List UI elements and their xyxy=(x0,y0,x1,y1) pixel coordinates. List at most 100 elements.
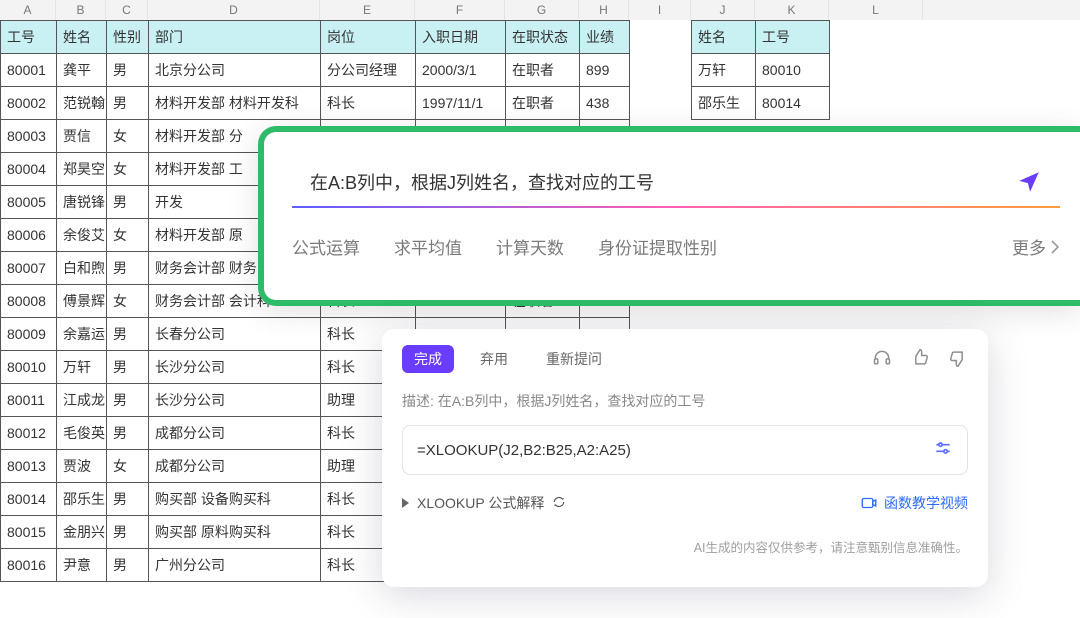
cell[interactable] xyxy=(630,87,692,120)
prompt-input[interactable]: 在A:B列中，根据J列姓名，查找对应的工号 xyxy=(292,156,1060,208)
cell[interactable]: 80012 xyxy=(1,417,57,450)
cell[interactable]: 80013 xyxy=(1,450,57,483)
thumbs-up-icon[interactable] xyxy=(910,348,930,371)
cell[interactable]: 899 xyxy=(580,54,630,87)
table-row[interactable]: 80002范锐翰男材料开发部 材料开发科科长1997/11/1在职者438邵乐生… xyxy=(1,87,924,120)
status-done-pill[interactable]: 完成 xyxy=(402,345,454,373)
cell[interactable]: 男 xyxy=(107,186,149,219)
cell[interactable]: 余俊艾 xyxy=(57,219,107,252)
cell[interactable]: 80004 xyxy=(1,153,57,186)
col-header[interactable]: A xyxy=(0,0,56,20)
cell[interactable]: 男 xyxy=(107,87,149,120)
cell[interactable]: 购买部 原料购买科 xyxy=(149,516,321,549)
cell[interactable]: 成都分公司 xyxy=(149,417,321,450)
cell[interactable]: 万轩 xyxy=(57,351,107,384)
cell[interactable]: 万轩 xyxy=(692,54,756,87)
cell[interactable]: 余嘉运 xyxy=(57,318,107,351)
formula-box[interactable]: =XLOOKUP(J2,B2:B25,A2:A25) xyxy=(402,425,968,475)
cell[interactable]: 广州分公司 xyxy=(149,549,321,582)
cell[interactable]: 80015 xyxy=(1,516,57,549)
cell[interactable]: 女 xyxy=(107,450,149,483)
cell[interactable]: 80010 xyxy=(756,54,830,87)
cell[interactable]: 女 xyxy=(107,219,149,252)
cell[interactable]: 2000/3/1 xyxy=(416,54,506,87)
col-header[interactable]: K xyxy=(755,0,829,20)
cell[interactable]: 80008 xyxy=(1,285,57,318)
col-header[interactable]: I xyxy=(629,0,691,20)
hdr-lookup-id[interactable]: 工号 xyxy=(756,21,830,54)
cell[interactable]: 80016 xyxy=(1,549,57,582)
cell[interactable]: 邵乐生 xyxy=(692,87,756,120)
hdr-gender[interactable]: 性别 xyxy=(107,21,149,54)
suggestion-item[interactable]: 公式运算 xyxy=(292,234,360,259)
cell[interactable]: 80007 xyxy=(1,252,57,285)
cell[interactable]: 在职者 xyxy=(506,54,580,87)
cell[interactable]: 唐锐锋 xyxy=(57,186,107,219)
hdr-post[interactable]: 岗位 xyxy=(321,21,416,54)
cell[interactable]: 范锐翰 xyxy=(57,87,107,120)
cell[interactable]: 长春分公司 xyxy=(149,318,321,351)
thumbs-down-icon[interactable] xyxy=(948,348,968,371)
cell[interactable]: 438 xyxy=(580,87,630,120)
col-header[interactable]: J xyxy=(691,0,755,20)
cell[interactable]: 郑昊空 xyxy=(57,153,107,186)
cell[interactable]: 长沙分公司 xyxy=(149,351,321,384)
cell[interactable]: 80014 xyxy=(756,87,830,120)
headset-icon[interactable] xyxy=(872,348,892,371)
cell[interactable]: 男 xyxy=(107,417,149,450)
cell[interactable] xyxy=(830,54,924,87)
col-header[interactable]: D xyxy=(148,0,320,20)
cell[interactable]: 女 xyxy=(107,285,149,318)
cell[interactable]: 成都分公司 xyxy=(149,450,321,483)
tune-icon[interactable] xyxy=(933,438,953,462)
send-icon[interactable] xyxy=(1016,169,1042,195)
cell[interactable]: 傅景辉 xyxy=(57,285,107,318)
cell[interactable]: 男 xyxy=(107,318,149,351)
hdr-lookup-name[interactable]: 姓名 xyxy=(692,21,756,54)
cell[interactable]: 贾信 xyxy=(57,120,107,153)
cell[interactable]: 80002 xyxy=(1,87,57,120)
hdr-status[interactable]: 在职状态 xyxy=(506,21,580,54)
cell[interactable]: 80005 xyxy=(1,186,57,219)
cell[interactable]: 女 xyxy=(107,153,149,186)
cell[interactable]: 邵乐生 xyxy=(57,483,107,516)
expand-triangle-icon[interactable] xyxy=(402,498,409,508)
cell[interactable]: 男 xyxy=(107,54,149,87)
cell[interactable]: 购买部 设备购买科 xyxy=(149,483,321,516)
cell[interactable]: 男 xyxy=(107,384,149,417)
table-row[interactable]: 80001龚平男北京分公司分公司经理2000/3/1在职者899万轩80010 xyxy=(1,54,924,87)
cell[interactable]: 毛俊英 xyxy=(57,417,107,450)
cell[interactable]: 80014 xyxy=(1,483,57,516)
col-header[interactable]: B xyxy=(56,0,106,20)
cell[interactable]: 男 xyxy=(107,351,149,384)
hdr-id[interactable]: 工号 xyxy=(1,21,57,54)
refresh-icon[interactable] xyxy=(552,495,566,512)
suggestion-item[interactable]: 求平均值 xyxy=(394,234,462,259)
hdr-perf[interactable]: 业绩 xyxy=(580,21,630,54)
reask-button[interactable]: 重新提问 xyxy=(534,345,614,373)
hdr-dept[interactable]: 部门 xyxy=(149,21,321,54)
cell[interactable]: 男 xyxy=(107,483,149,516)
cell[interactable]: 长沙分公司 xyxy=(149,384,321,417)
cell[interactable]: 白和煦 xyxy=(57,252,107,285)
hdr-name[interactable]: 姓名 xyxy=(57,21,107,54)
col-header[interactable]: C xyxy=(106,0,148,20)
hdr-date[interactable]: 入职日期 xyxy=(416,21,506,54)
cell[interactable]: 科长 xyxy=(321,87,416,120)
cell[interactable]: 金朋兴 xyxy=(57,516,107,549)
suggestion-item[interactable]: 计算天数 xyxy=(496,234,564,259)
cell[interactable]: 女 xyxy=(107,120,149,153)
cell[interactable]: 江成龙 xyxy=(57,384,107,417)
col-header[interactable]: G xyxy=(505,0,579,20)
cell[interactable]: 80003 xyxy=(1,120,57,153)
cell[interactable]: 80006 xyxy=(1,219,57,252)
cell[interactable]: 80009 xyxy=(1,318,57,351)
suggestion-item[interactable]: 身份证提取性别 xyxy=(598,234,717,259)
discard-button[interactable]: 弃用 xyxy=(468,345,520,373)
cell[interactable]: 材料开发部 材料开发科 xyxy=(149,87,321,120)
cell[interactable] xyxy=(830,87,924,120)
cell[interactable]: 分公司经理 xyxy=(321,54,416,87)
cell[interactable]: 80001 xyxy=(1,54,57,87)
col-header[interactable]: E xyxy=(320,0,415,20)
tutorial-link[interactable]: 函数教学视频 xyxy=(860,493,968,513)
